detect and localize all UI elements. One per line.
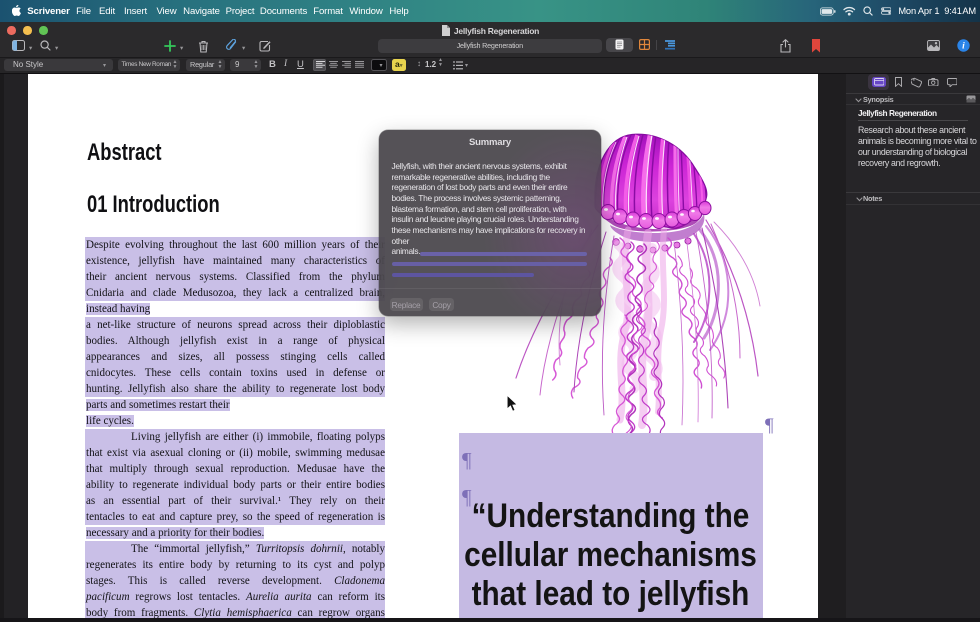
svg-text:i: i xyxy=(962,42,965,52)
